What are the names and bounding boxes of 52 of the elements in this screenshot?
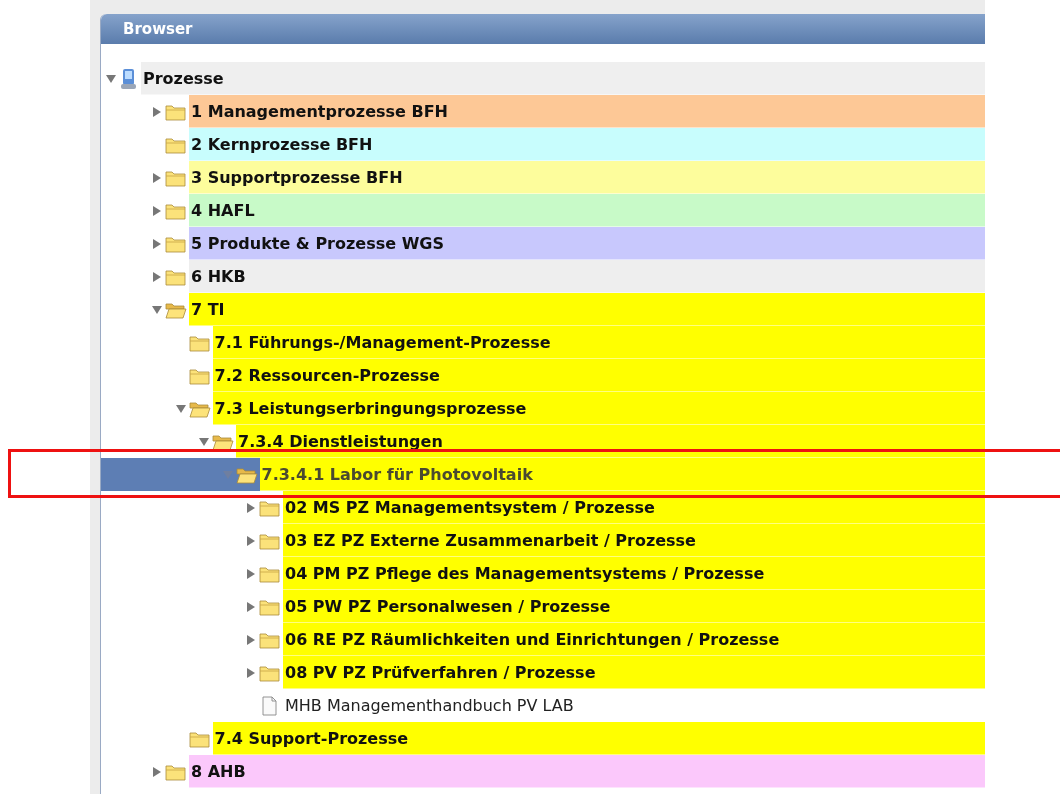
node-label[interactable]: MHB Managementhandbuch PV LAB — [285, 695, 574, 715]
expanded-arrow-icon[interactable] — [106, 73, 116, 84]
folder-icon — [259, 564, 281, 583]
folder-icon — [165, 267, 187, 286]
node-label[interactable]: 1 Managementprozesse BFH — [191, 101, 448, 121]
node-label[interactable]: 7.3.4 Dienstleistungen — [238, 431, 443, 451]
collapsed-arrow-icon[interactable] — [152, 238, 162, 249]
folder-icon — [165, 102, 187, 121]
expanded-arrow-icon[interactable] — [152, 304, 162, 315]
collapsed-arrow-icon[interactable] — [246, 502, 256, 513]
folder-icon — [259, 663, 281, 682]
panel-title: Browser — [123, 20, 193, 38]
collapsed-arrow-icon[interactable] — [246, 568, 256, 579]
collapsed-arrow-icon[interactable] — [246, 634, 256, 645]
folder-icon — [259, 531, 281, 550]
tree-row[interactable]: 7.3.4.1 Labor für Photovoltaik — [101, 458, 985, 491]
expanded-arrow-icon[interactable] — [175, 403, 186, 414]
collapsed-arrow-icon[interactable] — [152, 205, 162, 216]
open-folder-icon — [235, 465, 258, 484]
folder-icon — [259, 498, 281, 517]
collapsed-arrow-icon[interactable] — [246, 535, 256, 546]
node-label[interactable]: 3 Supportprozesse BFH — [191, 167, 403, 187]
node-label[interactable]: 6 HKB — [191, 266, 246, 286]
folder-icon — [188, 366, 211, 385]
computer-icon — [119, 67, 139, 90]
folder-icon — [165, 135, 187, 154]
folder-icon — [165, 201, 187, 220]
node-label[interactable]: 4 HAFL — [191, 200, 255, 220]
node-label[interactable]: 7.2 Ressourcen-Prozesse — [214, 365, 440, 385]
node-label[interactable]: 7.4 Support-Prozesse — [214, 728, 409, 748]
collapsed-arrow-icon[interactable] — [152, 106, 162, 117]
node-label[interactable]: 2 Kernprozesse BFH — [191, 134, 373, 154]
node-label[interactable]: 5 Produkte & Prozesse WGS — [191, 233, 444, 253]
folder-icon — [188, 333, 211, 352]
open-folder-icon — [188, 399, 211, 418]
open-folder-icon — [165, 300, 187, 319]
folder-icon — [165, 762, 187, 781]
node-label[interactable]: 8 AHB — [191, 761, 246, 781]
collapsed-arrow-icon[interactable] — [152, 271, 162, 282]
folder-icon — [165, 234, 187, 253]
expanded-arrow-icon[interactable] — [199, 436, 209, 447]
folder-icon — [259, 630, 281, 649]
collapsed-arrow-icon[interactable] — [246, 667, 256, 678]
node-label[interactable]: 7 TI — [191, 299, 225, 319]
node-label[interactable]: Prozesse — [143, 68, 224, 88]
collapsed-arrow-icon[interactable] — [152, 172, 162, 183]
folder-icon — [165, 168, 187, 187]
collapsed-arrow-icon[interactable] — [246, 601, 256, 612]
folder-icon — [259, 597, 281, 616]
folder-icon — [188, 729, 211, 748]
collapsed-arrow-icon[interactable] — [152, 766, 162, 777]
open-folder-icon — [212, 432, 234, 451]
